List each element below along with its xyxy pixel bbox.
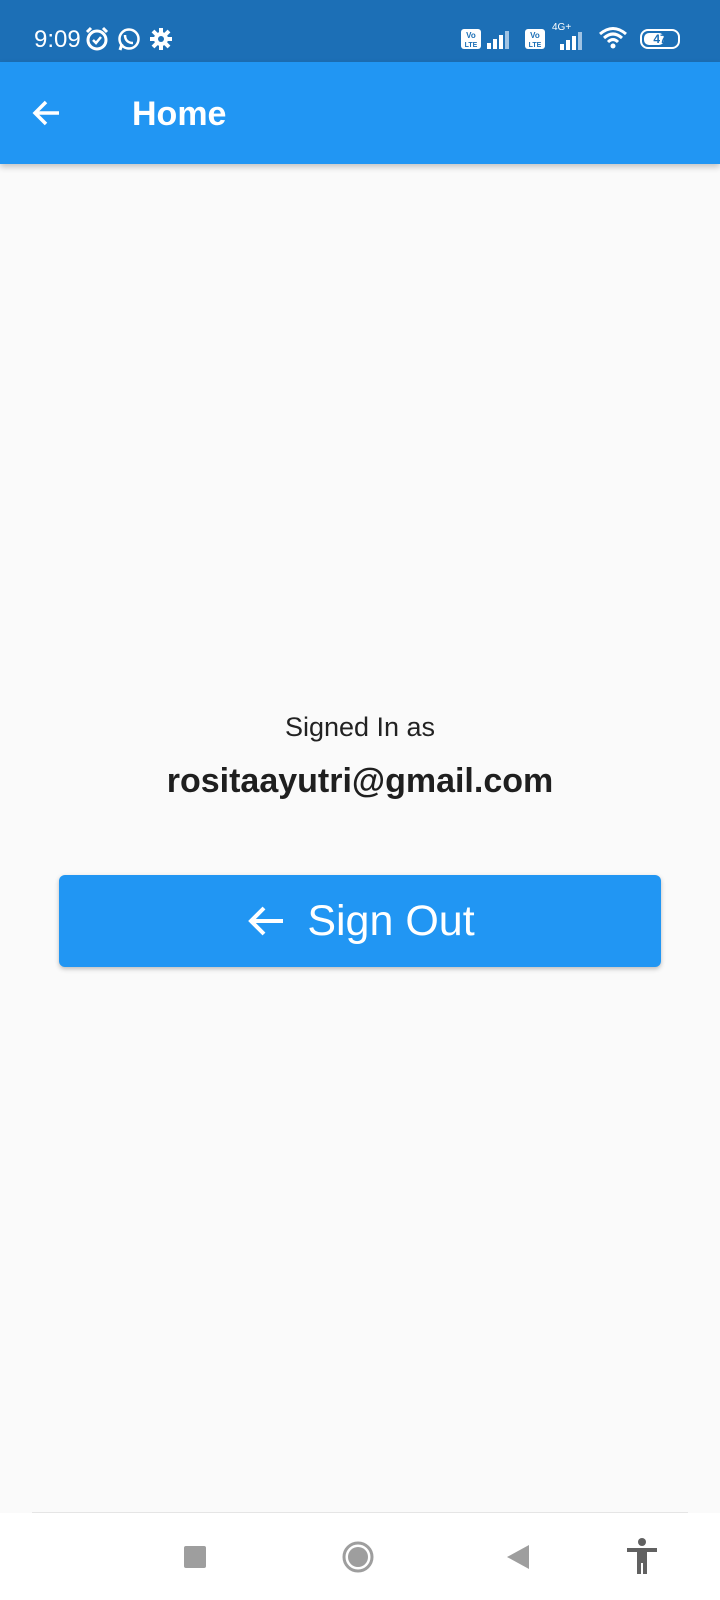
status-time: 9:09 — [34, 26, 81, 53]
battery-level: 47 — [653, 32, 667, 46]
volte-icon: Vo LTE — [460, 28, 512, 50]
home-button[interactable] — [336, 1535, 380, 1579]
main-content: Signed In as rositaayutri@gmail.com Sign… — [0, 164, 720, 1512]
4g-signal-icon: 4G+ — [550, 22, 586, 52]
svg-text:Vo: Vo — [530, 31, 540, 40]
page-title: Home — [132, 95, 227, 133]
settings-icon — [146, 24, 176, 54]
sign-out-button[interactable]: Sign Out — [59, 875, 661, 967]
home-icon — [342, 1541, 374, 1573]
volte-4g-icon: Vo LTE 4G+ — [524, 22, 586, 52]
svg-text:Vo: Vo — [466, 31, 476, 40]
accessibility-icon — [627, 1538, 657, 1574]
arrow-left-icon — [32, 100, 59, 126]
navigation-bar — [0, 1513, 720, 1600]
app-bar: Home — [0, 62, 720, 164]
recents-button[interactable] — [173, 1535, 217, 1579]
user-email: rositaayutri@gmail.com — [166, 762, 554, 800]
whatsapp-icon — [114, 24, 144, 54]
wifi-icon — [598, 25, 628, 54]
signal-icon — [487, 31, 509, 49]
accessibility-button[interactable] — [620, 1535, 664, 1579]
recents-icon — [184, 1546, 206, 1568]
arrow-left-icon — [248, 906, 284, 936]
svg-text:LTE: LTE — [529, 42, 542, 49]
battery-icon: 47 — [640, 29, 680, 49]
status-right-icons: Vo LTE Vo LTE 4G+ 47 — [460, 22, 680, 54]
back-button[interactable] — [20, 86, 74, 140]
alarm-icon — [82, 24, 112, 54]
system-back-button[interactable] — [496, 1535, 540, 1579]
status-bar: 9:09 Vo LTE Vo LTE 4G+ 47 — [0, 0, 720, 62]
svg-text:LTE: LTE — [465, 42, 478, 49]
back-icon — [507, 1545, 529, 1569]
sign-out-label: Sign Out — [307, 897, 475, 945]
signed-in-label: Signed In as — [284, 712, 436, 742]
